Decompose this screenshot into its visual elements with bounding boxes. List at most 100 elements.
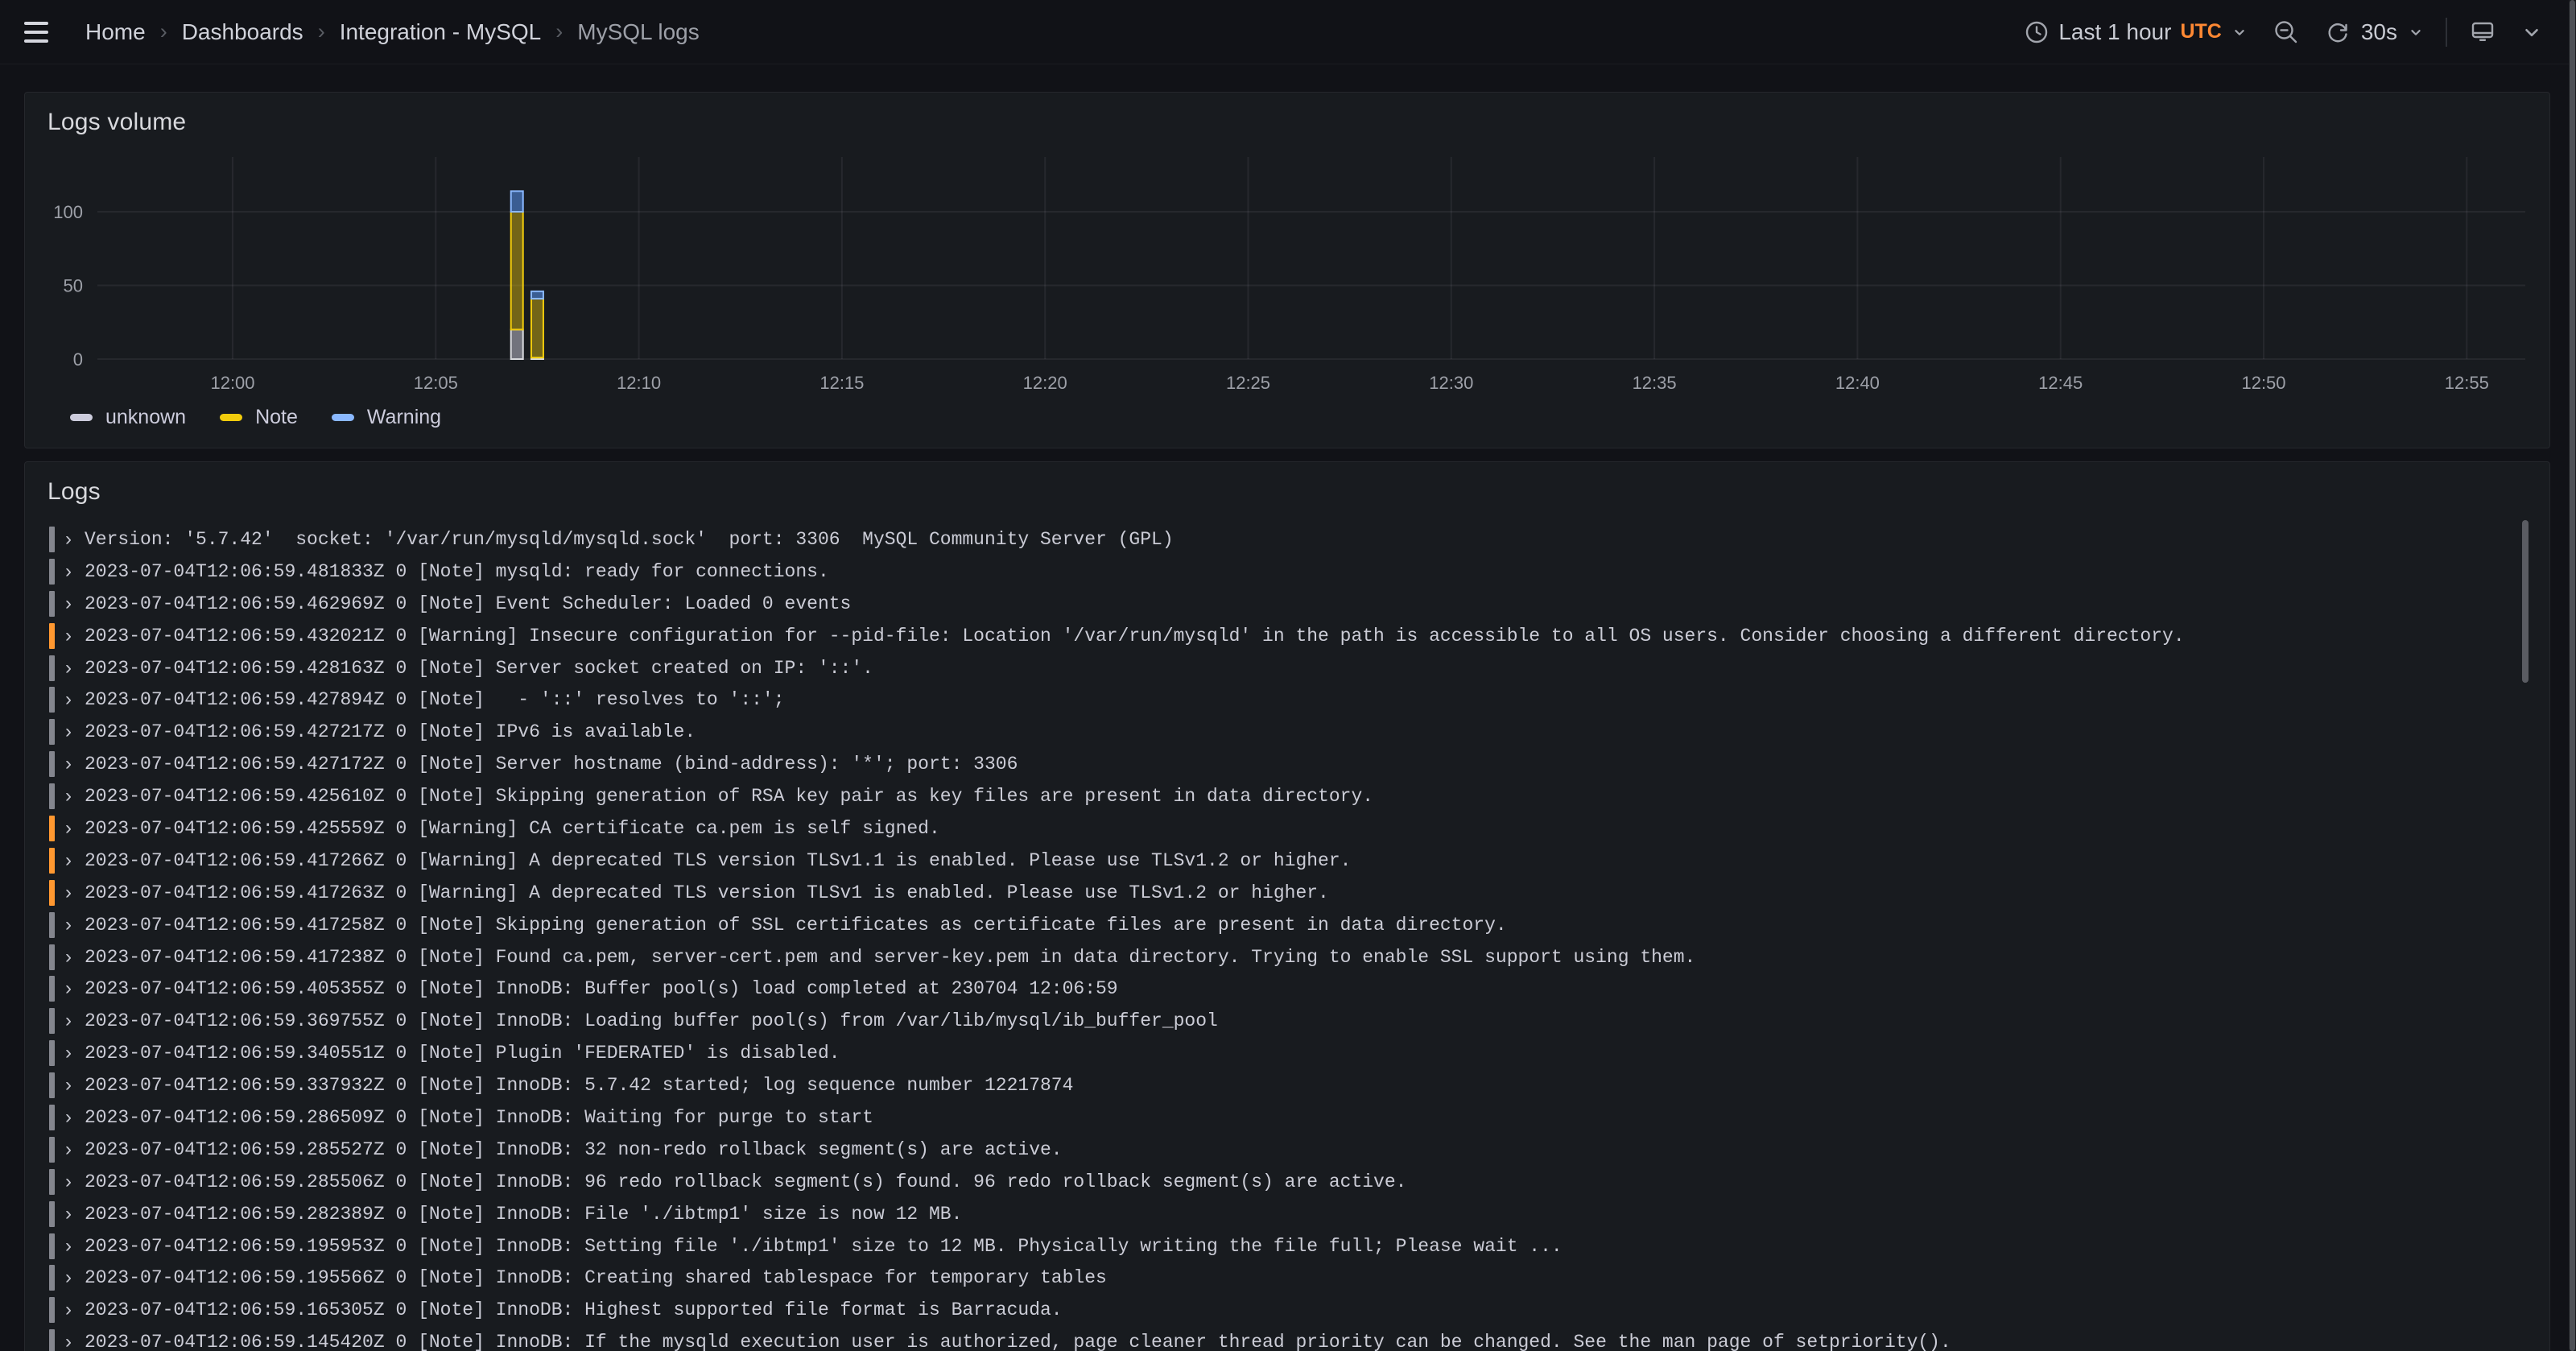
log-row[interactable]: ›2023-07-04T12:06:59.286509Z 0 [Note] In… <box>49 1101 2498 1134</box>
log-row[interactable]: ›2023-07-04T12:06:59.432021Z 0 [Warning]… <box>49 620 2498 652</box>
log-level-bar <box>49 1008 55 1034</box>
logs-volume-chart[interactable]: 12:0012:0512:1012:1512:2012:2512:3012:35… <box>25 93 2549 448</box>
expand-icon[interactable]: › <box>65 948 72 967</box>
refresh-interval-label: 30s <box>2361 19 2397 45</box>
legend-item-warning[interactable]: Warning <box>332 406 441 429</box>
log-row[interactable]: ›2023-07-04T12:06:59.481833Z 0 [Note] my… <box>49 556 2498 588</box>
log-row[interactable]: › 2023-07-04T12:06:59.462969Z 0 [Note] Ev… <box>49 588 2498 620</box>
expand-icon[interactable]: › <box>65 1108 72 1127</box>
time-range-picker[interactable]: Last 1 hour UTC <box>2014 14 2258 51</box>
logs-scrollbar-thumb[interactable] <box>2522 520 2529 683</box>
breadcrumb-item-integration-mysql[interactable]: Integration - MySQL <box>340 19 542 45</box>
svg-text:12:45: 12:45 <box>2038 373 2083 393</box>
expand-icon[interactable]: › <box>65 819 72 838</box>
log-level-bar <box>49 719 55 745</box>
refresh-dropdown[interactable]: 30s <box>2314 14 2434 51</box>
log-row[interactable]: ›2023-07-04T12:06:59.195953Z 0 [Note] In… <box>49 1230 2498 1262</box>
tv-view-button[interactable] <box>2458 14 2507 51</box>
log-line-text: 2023-07-04T12:06:59.340551Z 0 [Note] Plu… <box>85 1043 840 1064</box>
expand-icon[interactable]: › <box>65 1237 72 1256</box>
log-level-bar <box>49 848 55 874</box>
log-level-bar <box>49 1297 55 1323</box>
zoom-out-button[interactable] <box>2263 14 2310 51</box>
legend-item-note[interactable]: Note <box>220 406 298 429</box>
menu-button[interactable] <box>24 14 60 50</box>
logs-panel: Logs › Version: '5.7.42' socket: '/var/ru… <box>24 461 2550 1351</box>
expand-icon[interactable]: › <box>65 1332 72 1351</box>
log-row[interactable]: ›2023-07-04T12:06:59.427217Z 0 [Note] IP… <box>49 716 2498 748</box>
log-line-text: 2023-07-04T12:06:59.145420Z 0 [Note] Inn… <box>85 1332 1951 1351</box>
log-row[interactable]: ›2023-07-04T12:06:59.417238Z 0 [Note] Fo… <box>49 941 2498 973</box>
log-line-text: 2023-07-04T12:06:59.285527Z 0 [Note] Inn… <box>85 1139 1063 1160</box>
svg-text:12:10: 12:10 <box>617 373 661 393</box>
legend-swatch <box>70 414 93 421</box>
log-row[interactable]: ›2023-07-04T12:06:59.195566Z 0 [Note] In… <box>49 1262 2498 1294</box>
log-row[interactable]: › 2023-07-04T12:06:59.340551Z 0 [Note] Pl… <box>49 1037 2498 1069</box>
expand-icon[interactable]: › <box>65 1011 72 1031</box>
log-line-text: 2023-07-04T12:06:59.417266Z 0 [Warning] … <box>85 850 1351 871</box>
expand-icon[interactable]: › <box>65 883 72 903</box>
log-row[interactable]: ›2023-07-04T12:06:59.369755Z 0 [Note] In… <box>49 1005 2498 1037</box>
breadcrumb-item-dashboards[interactable]: Dashboards <box>182 19 303 45</box>
log-row[interactable]: ›2023-07-04T12:06:59.282389Z 0 [Note] In… <box>49 1198 2498 1230</box>
log-row[interactable]: › 2023-07-04T12:06:59.425610Z 0 [Note] Sk… <box>49 780 2498 812</box>
refresh-icon <box>2324 19 2351 46</box>
log-row[interactable]: ›2023-07-04T12:06:59.285506Z 0 [Note] In… <box>49 1166 2498 1198</box>
page-scrollbar[interactable] <box>2569 0 2576 1351</box>
menu-icon <box>24 22 48 25</box>
log-level-bar <box>49 623 55 649</box>
svg-text:12:30: 12:30 <box>1429 373 1473 393</box>
breadcrumb-item-home[interactable]: Home <box>85 19 146 45</box>
log-row[interactable]: ›2023-07-04T12:06:59.425559Z 0 [Warning]… <box>49 812 2498 845</box>
expand-icon[interactable]: › <box>65 626 72 646</box>
panel-title-logs[interactable]: Logs <box>47 478 101 506</box>
expand-icon[interactable]: › <box>65 722 72 742</box>
expand-icon[interactable]: › <box>65 851 72 870</box>
log-line-text: 2023-07-04T12:06:59.405355Z 0 [Note] Inn… <box>85 978 1118 999</box>
log-level-bar <box>49 1265 55 1291</box>
log-row[interactable]: › 2023-07-04T12:06:59.427894Z 0 [Note] - … <box>49 684 2498 716</box>
expand-icon[interactable]: › <box>65 690 72 709</box>
log-row[interactable]: › 2023-07-04T12:06:59.427172Z 0 [Note] Se… <box>49 748 2498 780</box>
log-row[interactable]: ›2023-07-04T12:06:59.417263Z 0 [Warning]… <box>49 877 2498 909</box>
expand-icon[interactable]: › <box>65 1268 72 1287</box>
expand-icon[interactable]: › <box>65 1043 72 1063</box>
expand-icon[interactable]: › <box>65 659 72 678</box>
expand-icon[interactable]: › <box>65 1076 72 1095</box>
log-row[interactable]: ›2023-07-04T12:06:59.417258Z 0 [Note] Sk… <box>49 909 2498 941</box>
log-list: › Version: '5.7.42' socket: '/var/run/mys… <box>49 523 2498 1351</box>
breadcrumb-item-mysql-logs: MySQL logs <box>577 19 699 45</box>
expand-icon[interactable]: › <box>65 594 72 614</box>
logs-volume-panel: Logs volume 12:0012:0512:1012:1512:2012:… <box>24 92 2550 448</box>
log-row[interactable]: ›2023-07-04T12:06:59.428163Z 0 [Note] Se… <box>49 652 2498 684</box>
expand-icon[interactable]: › <box>65 754 72 774</box>
expand-icon[interactable]: › <box>65 915 72 935</box>
log-line-text: 2023-07-04T12:06:59.427172Z 0 [Note] Ser… <box>85 754 1018 775</box>
svg-text:12:20: 12:20 <box>1023 373 1067 393</box>
expand-icon[interactable]: › <box>65 1172 72 1192</box>
legend-item-unknown[interactable]: unknown <box>70 406 186 429</box>
log-line-text: 2023-07-04T12:06:59.425610Z 0 [Note] Ski… <box>85 786 1373 807</box>
log-line-text: 2023-07-04T12:06:59.462969Z 0 [Note] Eve… <box>85 593 851 614</box>
log-row[interactable]: ›2023-07-04T12:06:59.165305Z 0 [Note] In… <box>49 1294 2498 1326</box>
expand-icon[interactable]: › <box>65 979 72 998</box>
log-row[interactable]: › 2023-07-04T12:06:59.417266Z 0 [Warning]… <box>49 845 2498 877</box>
expand-icon[interactable]: › <box>65 562 72 581</box>
log-row[interactable]: › 2023-07-04T12:06:59.285527Z 0 [Note] In… <box>49 1134 2498 1166</box>
log-line-text: 2023-07-04T12:06:59.427894Z 0 [Note] - '… <box>85 689 785 710</box>
expand-icon[interactable]: › <box>65 1140 72 1159</box>
log-row[interactable]: › 2023-07-04T12:06:59.405355Z 0 [Note] In… <box>49 973 2498 1005</box>
expand-icon[interactable]: › <box>65 530 72 549</box>
log-line-text: Version: '5.7.42' socket: '/var/run/mysq… <box>85 529 1174 550</box>
monitor-icon <box>2468 18 2497 47</box>
expand-icon[interactable]: › <box>65 1300 72 1320</box>
expand-icon[interactable]: › <box>65 787 72 806</box>
log-row[interactable]: › Version: '5.7.42' socket: '/var/run/mys… <box>49 523 2498 556</box>
svg-text:12:25: 12:25 <box>1226 373 1270 393</box>
page-scrollbar-thumb[interactable] <box>2570 0 2575 1351</box>
expand-icon[interactable]: › <box>65 1204 72 1224</box>
breadcrumb-separator-icon: › <box>555 19 563 44</box>
topbar-more-button[interactable] <box>2512 14 2552 51</box>
log-row[interactable]: › 2023-07-04T12:06:59.145420Z 0 [Note] In… <box>49 1326 2498 1351</box>
log-row[interactable]: ›2023-07-04T12:06:59.337932Z 0 [Note] In… <box>49 1069 2498 1101</box>
